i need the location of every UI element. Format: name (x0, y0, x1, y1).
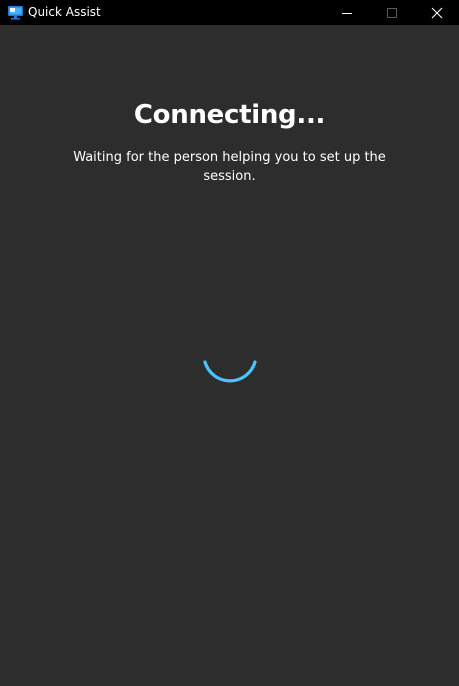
close-button[interactable] (414, 0, 459, 25)
quick-assist-monitor-icon (8, 6, 23, 20)
maximize-icon (386, 7, 397, 18)
quick-assist-window: Quick Assist Connecting... Waiting for t… (0, 0, 459, 686)
title-bar[interactable]: Quick Assist (0, 0, 459, 25)
window-title: Quick Assist (28, 5, 101, 19)
minimize-icon (341, 12, 352, 14)
maximize-button[interactable] (369, 0, 414, 25)
status-message: Waiting for the person helping you to se… (73, 150, 386, 184)
minimize-button[interactable] (324, 0, 369, 25)
connecting-panel: Connecting... Waiting for the person hel… (0, 25, 459, 686)
loading-spinner-icon (203, 360, 257, 383)
close-icon (431, 7, 442, 18)
page-title: Connecting... (133, 100, 326, 130)
